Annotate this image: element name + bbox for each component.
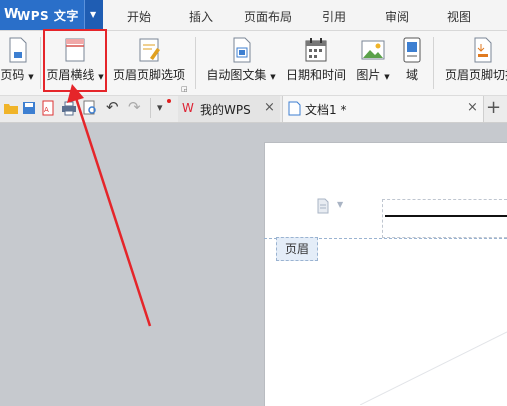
annotation-arrow	[67, 84, 152, 327]
